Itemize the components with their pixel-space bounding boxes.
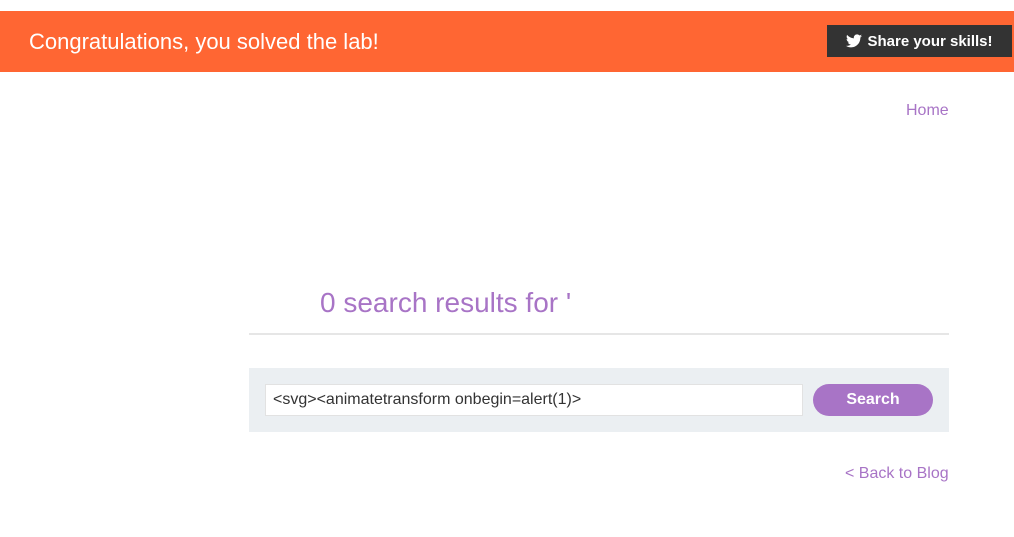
search-button[interactable]: Search	[813, 384, 933, 416]
search-results-title: 0 search results for '	[320, 287, 572, 318]
share-skills-button[interactable]: Share your skills!	[827, 25, 1012, 57]
home-link[interactable]: Home	[906, 102, 949, 120]
back-to-blog-link[interactable]: < Back to Blog	[845, 465, 949, 483]
twitter-icon	[846, 34, 863, 48]
divider	[249, 333, 949, 335]
search-input[interactable]	[265, 384, 803, 416]
banner-message: Congratulations, you solved the lab!	[29, 29, 379, 54]
lab-solved-banner: Congratulations, you solved the lab! Sha…	[0, 11, 1014, 72]
share-skills-label: Share your skills!	[867, 32, 993, 50]
search-panel: Search	[249, 368, 949, 432]
